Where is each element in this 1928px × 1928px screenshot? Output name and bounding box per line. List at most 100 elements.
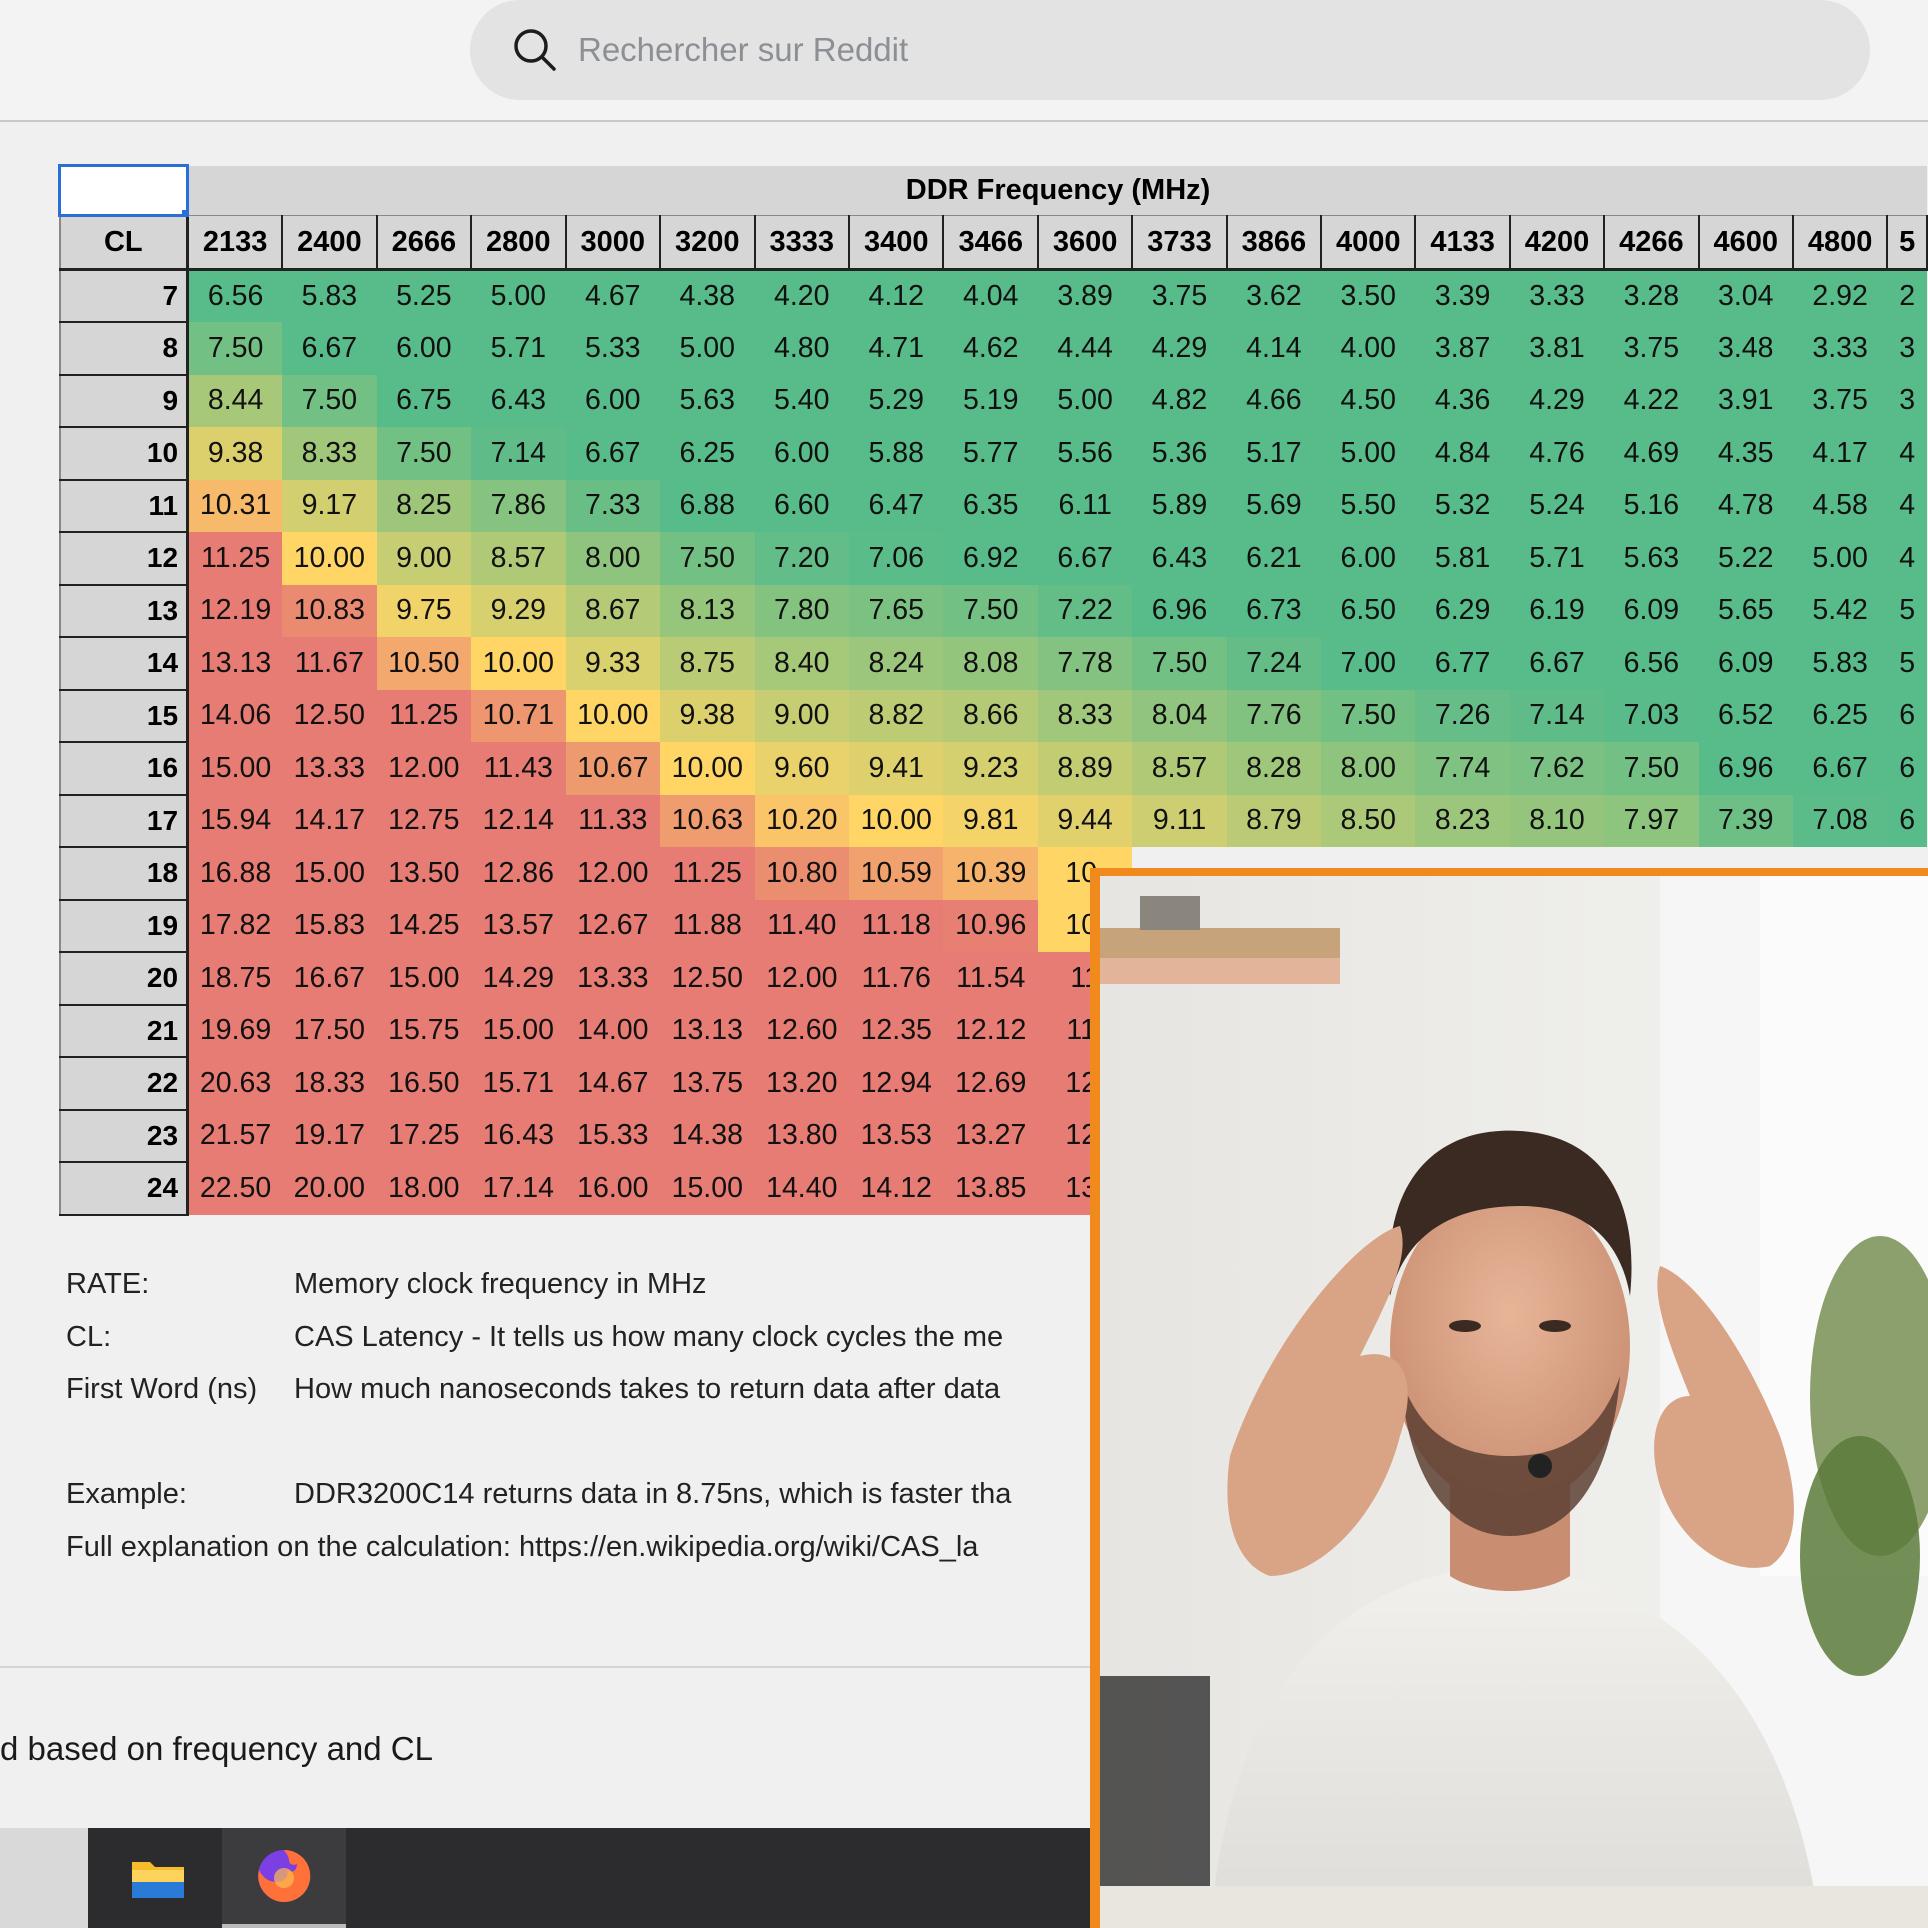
latency-cell[interactable]: 13.20 xyxy=(754,1057,849,1110)
latency-cell[interactable]: 7.78 xyxy=(1037,637,1133,690)
latency-cell[interactable]: 13.13 xyxy=(187,637,283,690)
latency-cell[interactable]: 6.60 xyxy=(754,479,849,532)
latency-cell[interactable]: 3.75 xyxy=(1792,374,1888,427)
latency-cell[interactable]: 13.80 xyxy=(754,1109,849,1162)
latency-cell[interactable]: 5.33 xyxy=(565,322,661,375)
latency-cell[interactable]: 2.92 xyxy=(1792,269,1888,322)
latency-cell[interactable]: 9.17 xyxy=(282,479,377,532)
latency-cell[interactable]: 4.69 xyxy=(1604,427,1699,480)
latency-cell[interactable]: 9.44 xyxy=(1037,794,1133,847)
latency-cell[interactable]: 3.87 xyxy=(1415,322,1510,375)
latency-cell[interactable]: 7.50 xyxy=(943,584,1038,637)
latency-cell[interactable]: 10.59 xyxy=(849,847,944,900)
latency-cell[interactable]: 8.44 xyxy=(187,374,283,427)
latency-cell[interactable]: 2 xyxy=(1887,269,1927,322)
latency-cell[interactable]: 4.00 xyxy=(1321,322,1416,375)
latency-cell[interactable]: 5.65 xyxy=(1698,584,1793,637)
latency-cell[interactable]: 14.06 xyxy=(187,689,283,742)
latency-cell[interactable]: 8.28 xyxy=(1226,742,1322,795)
latency-cell[interactable]: 14.67 xyxy=(565,1057,661,1110)
latency-cell[interactable]: 3.91 xyxy=(1698,374,1793,427)
latency-cell[interactable]: 19.17 xyxy=(282,1109,377,1162)
latency-cell[interactable]: 12.00 xyxy=(754,952,849,1005)
latency-cell[interactable]: 12.14 xyxy=(471,794,566,847)
latency-cell[interactable]: 11.76 xyxy=(849,952,944,1005)
latency-cell[interactable]: 5.19 xyxy=(943,374,1038,427)
latency-cell[interactable]: 4 xyxy=(1887,427,1927,480)
latency-cell[interactable]: 9.75 xyxy=(376,584,472,637)
latency-cell[interactable]: 8.04 xyxy=(1132,689,1227,742)
latency-cell[interactable]: 7.50 xyxy=(1604,742,1699,795)
latency-cell[interactable]: 8.33 xyxy=(282,427,377,480)
latency-cell[interactable]: 4.35 xyxy=(1698,427,1793,480)
latency-cell[interactable]: 6.77 xyxy=(1415,637,1510,690)
latency-cell[interactable]: 6.21 xyxy=(1226,532,1322,585)
latency-cell[interactable]: 4.20 xyxy=(754,269,849,322)
latency-cell[interactable]: 10.96 xyxy=(943,899,1038,952)
latency-cell[interactable]: 6.50 xyxy=(1321,584,1416,637)
latency-cell[interactable]: 13.50 xyxy=(376,847,472,900)
latency-cell[interactable]: 4.36 xyxy=(1415,374,1510,427)
latency-cell[interactable]: 9.41 xyxy=(849,742,944,795)
latency-cell[interactable]: 4.12 xyxy=(849,269,944,322)
latency-cell[interactable]: 7.50 xyxy=(282,374,377,427)
latency-cell[interactable]: 15.75 xyxy=(376,1004,472,1057)
latency-cell[interactable]: 6 xyxy=(1887,794,1927,847)
latency-cell[interactable]: 7.62 xyxy=(1509,742,1605,795)
latency-cell[interactable]: 12.50 xyxy=(660,952,755,1005)
latency-cell[interactable]: 8.57 xyxy=(1132,742,1227,795)
latency-cell[interactable]: 6.52 xyxy=(1698,689,1793,742)
latency-cell[interactable]: 3 xyxy=(1887,374,1927,427)
latency-cell[interactable]: 6.25 xyxy=(1792,689,1888,742)
latency-cell[interactable]: 3.39 xyxy=(1415,269,1510,322)
latency-cell[interactable]: 14.25 xyxy=(376,899,472,952)
latency-cell[interactable]: 21.57 xyxy=(187,1109,283,1162)
latency-cell[interactable]: 9.29 xyxy=(471,584,566,637)
latency-cell[interactable]: 4 xyxy=(1887,479,1927,532)
latency-cell[interactable]: 11.43 xyxy=(471,742,566,795)
latency-cell[interactable]: 8.89 xyxy=(1037,742,1133,795)
search-input[interactable] xyxy=(576,30,1780,70)
latency-cell[interactable]: 8.08 xyxy=(943,637,1038,690)
latency-cell[interactable]: 7.22 xyxy=(1037,584,1133,637)
latency-cell[interactable]: 3.04 xyxy=(1698,269,1793,322)
latency-cell[interactable]: 12.67 xyxy=(565,899,661,952)
latency-cell[interactable]: 5.40 xyxy=(754,374,849,427)
latency-cell[interactable]: 5.36 xyxy=(1132,427,1227,480)
latency-cell[interactable]: 13.33 xyxy=(282,742,377,795)
latency-cell[interactable]: 7.50 xyxy=(187,322,283,375)
latency-cell[interactable]: 7.08 xyxy=(1792,794,1888,847)
latency-cell[interactable]: 10.71 xyxy=(471,689,566,742)
latency-cell[interactable]: 12.86 xyxy=(471,847,566,900)
latency-cell[interactable]: 3.28 xyxy=(1604,269,1699,322)
latency-cell[interactable]: 15.00 xyxy=(187,742,283,795)
latency-cell[interactable]: 6.73 xyxy=(1226,584,1322,637)
latency-cell[interactable]: 10.83 xyxy=(282,584,377,637)
latency-cell[interactable]: 3.75 xyxy=(1604,322,1699,375)
latency-cell[interactable]: 3.33 xyxy=(1509,269,1605,322)
latency-cell[interactable]: 8.66 xyxy=(943,689,1038,742)
latency-cell[interactable]: 7.50 xyxy=(376,427,472,480)
latency-cell[interactable]: 6.25 xyxy=(660,427,755,480)
latency-cell[interactable]: 4.84 xyxy=(1415,427,1510,480)
latency-cell[interactable]: 10.39 xyxy=(943,847,1038,900)
latency-cell[interactable]: 5.24 xyxy=(1509,479,1605,532)
latency-cell[interactable]: 5.22 xyxy=(1698,532,1793,585)
latency-cell[interactable]: 9.81 xyxy=(943,794,1038,847)
latency-cell[interactable]: 8.67 xyxy=(565,584,661,637)
latency-cell[interactable]: 12.12 xyxy=(943,1004,1038,1057)
latency-cell[interactable]: 5.50 xyxy=(1321,479,1416,532)
latency-cell[interactable]: 13.27 xyxy=(943,1109,1038,1162)
latency-cell[interactable]: 5.71 xyxy=(471,322,566,375)
folder-icon[interactable] xyxy=(96,1828,220,1928)
latency-cell[interactable]: 4 xyxy=(1887,532,1927,585)
latency-cell[interactable]: 8.23 xyxy=(1415,794,1510,847)
latency-cell[interactable]: 18.00 xyxy=(376,1162,472,1215)
latency-cell[interactable]: 7.97 xyxy=(1604,794,1699,847)
latency-cell[interactable]: 3 xyxy=(1887,322,1927,375)
latency-cell[interactable]: 9.00 xyxy=(376,532,472,585)
latency-cell[interactable]: 6.43 xyxy=(1132,532,1227,585)
latency-cell[interactable]: 11.33 xyxy=(565,794,661,847)
latency-cell[interactable]: 4.17 xyxy=(1792,427,1888,480)
latency-cell[interactable]: 5.00 xyxy=(1792,532,1888,585)
